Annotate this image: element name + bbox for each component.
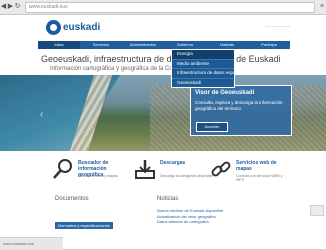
scroll-to-top-button[interactable] — [310, 205, 324, 216]
feature-download-desc: Descarga la cartografía disponible — [160, 174, 214, 178]
nav-item-inicio[interactable]: Inicio — [38, 41, 80, 49]
feature-link-desc: Conecta con servicios WMS y WFS — [236, 174, 283, 182]
address-bar[interactable]: www.euskadi.eus — [25, 1, 315, 13]
nav-item-gobierno[interactable]: Gobierno — [164, 41, 206, 49]
dropdown-item-geoeuskadi[interactable]: Geoeuskadi — [172, 79, 234, 88]
promo-box: Visor de Geoeuskadi Consulta, explora y … — [190, 85, 292, 136]
documents-link[interactable]: Normativa y especificaciones — [55, 222, 113, 229]
carousel-prev-icon[interactable]: ‹ — [40, 109, 43, 120]
bottom-section: Documentos Normativa y especificaciones … — [38, 196, 290, 246]
nav-dropdown-menu: Energía Medio ambiente Infraestructura d… — [171, 49, 247, 88]
nav-item-participa[interactable]: Participa — [248, 41, 290, 49]
nav-item-servicios[interactable]: Servicios — [80, 41, 122, 49]
news-title: Noticias — [157, 196, 179, 202]
logo-text: euskadi — [63, 21, 101, 33]
status-bar: www.euskadi.eus — [0, 237, 63, 250]
nav-item-administracion[interactable]: Administración — [122, 41, 164, 49]
news-column: Noticias Nueva ortofoto de Euskadi dispo… — [157, 196, 287, 225]
feature-link-title: Servicios web de mapas — [236, 160, 277, 172]
promo-title: Visor de Geoeuskadi — [195, 90, 255, 96]
dropdown-item-medio-ambiente[interactable]: Medio ambiente — [172, 60, 234, 69]
features-row: Buscador de información geográfica Encue… — [38, 151, 290, 191]
page-title: Geoeuskadi, infraestructura de datos esp… — [41, 54, 281, 64]
back-icon[interactable]: ◀ — [0, 2, 7, 12]
documents-column: Documentos Normativa y especificaciones — [55, 196, 155, 232]
news-item[interactable]: Datos abiertos de cartografía — [157, 219, 287, 225]
browser-window: ◀ ▶ ↻ www.euskadi.eus ≡ euskadi — — — — … — [0, 0, 326, 250]
dropdown-item-energia[interactable]: Energía — [172, 50, 234, 60]
promo-body: Consulta, explora y descarga la informac… — [195, 100, 283, 111]
promo-button[interactable]: Acceder — [196, 122, 228, 132]
documents-title: Documentos — [55, 196, 89, 202]
dropdown-item-ide[interactable]: Infraestructura de datos espaciales — [172, 69, 247, 79]
logo-icon — [46, 20, 61, 35]
feature-download-title: Descargas — [160, 160, 186, 166]
forward-icon[interactable]: ▶ — [7, 2, 14, 12]
main-navigation: Inicio Servicios Administración Gobierno… — [38, 41, 290, 49]
browser-toolbar: ◀ ▶ ↻ www.euskadi.eus ≡ — [0, 0, 326, 15]
feature-search[interactable]: Buscador de información geográfica Encue… — [52, 156, 132, 186]
header-links[interactable]: — — — — — — [266, 23, 290, 28]
search-icon — [53, 159, 72, 179]
site-logo[interactable]: euskadi — [46, 20, 100, 35]
feature-link[interactable]: Servicios web de mapas Conecta con servi… — [210, 156, 290, 186]
download-icon — [135, 160, 155, 179]
nav-item-noticias[interactable]: Noticias — [206, 41, 248, 49]
reload-icon[interactable]: ↻ — [14, 2, 21, 12]
browser-menu-icon[interactable]: ≡ — [320, 2, 324, 12]
feature-download[interactable]: Descargas Descarga la cartografía dispon… — [134, 156, 214, 186]
site-header: euskadi — — — — — — [0, 15, 326, 41]
link-icon — [211, 161, 231, 177]
feature-search-desc: Encuentra datos y mapas — [78, 174, 118, 178]
